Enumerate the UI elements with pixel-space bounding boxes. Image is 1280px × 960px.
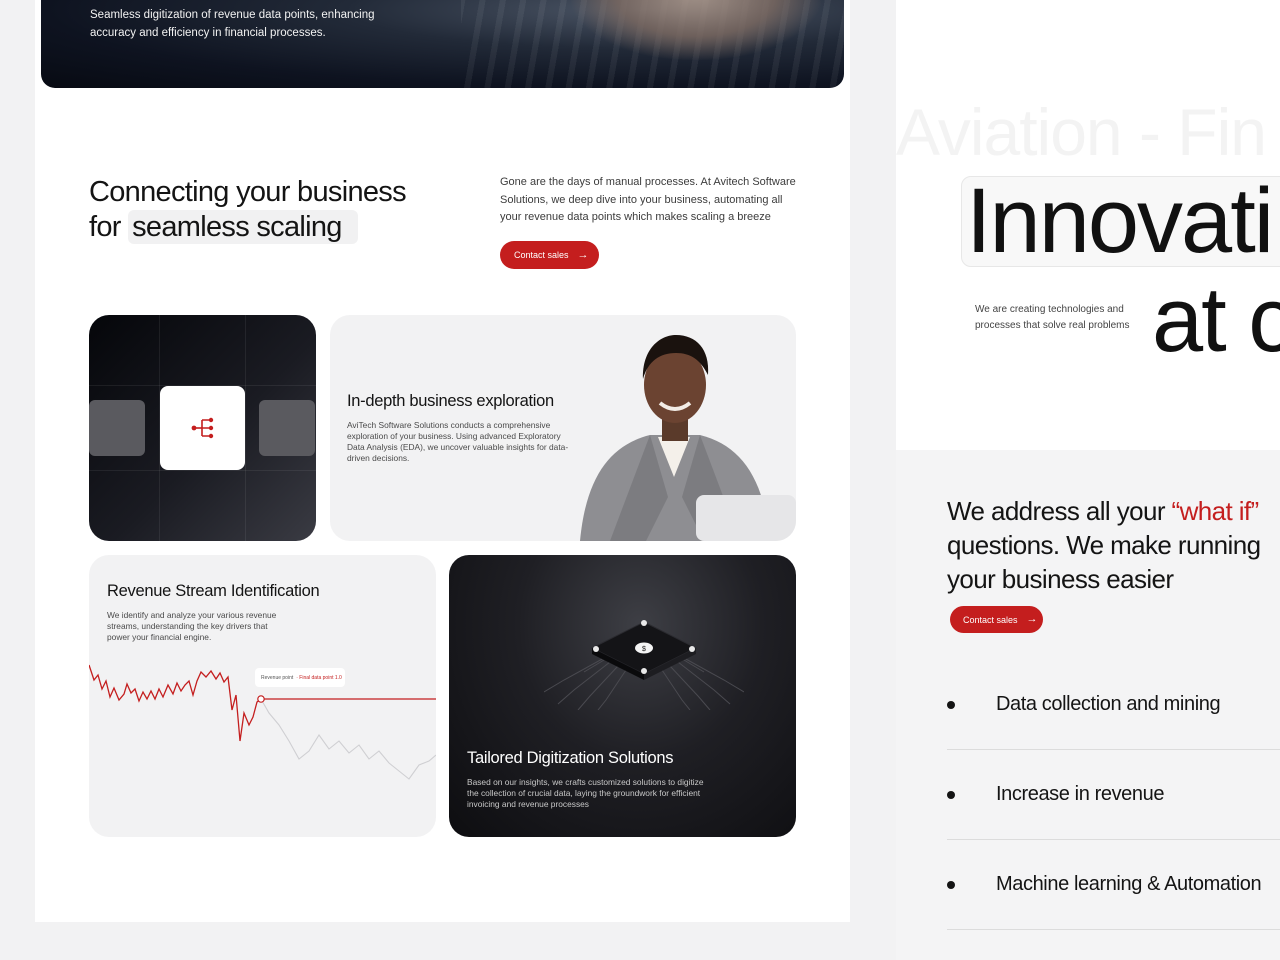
arrow-right-icon: → [1026,613,1038,625]
digitization-title: Tailored Digitization Solutions [467,749,674,767]
arrow-right-icon: → [577,248,589,261]
address-line-2: questions. We make running [947,530,1261,560]
dollar-chip-icon: $ [544,620,744,710]
service-list-item: Data collection and mining [947,660,1280,750]
section-headline: Connecting your business for seamless sc… [89,175,407,245]
hierarchy-icon [191,417,213,439]
address-line-1-prefix: We address all your [947,496,1172,526]
address-heading: We address all your “what if” questions.… [947,494,1280,596]
big-heading-line-1: Innovati [966,170,1274,272]
hierarchy-icon-tile [160,386,245,470]
revenue-title: Revenue Stream Identification [107,582,320,600]
exploration-card: In-depth business exploration AviTech So… [330,315,796,541]
headline-line-2: for seamless scaling [89,210,406,245]
service-label: Data collection and mining [996,693,1221,715]
innovation-tagline: We are creating technologies and process… [975,304,1130,331]
big-heading-line-2: at c [1152,269,1280,371]
address-what-if-highlight: “what if” [1171,496,1260,526]
revenue-card: Revenue Stream Identification We identif… [89,555,436,837]
contact-sales-label: Contact sales [963,614,1018,625]
address-line-1: We address all your “what if” [947,494,1280,528]
bullet-icon [947,790,955,799]
revenue-description: We identify and analyze your various rev… [107,610,277,642]
contact-sales-button[interactable]: Contact sales → [500,241,599,269]
intro-paragraph: Gone are the days of manual processes. A… [500,176,796,223]
digitization-description: Based on our insights, we crafts customi… [467,777,704,809]
address-line-3: your business easier [947,564,1174,594]
service-list-item: Machine learning & Automation [947,840,1280,930]
bullet-icon [947,880,955,889]
innovation-preview-panel: Aviation - Fin Innovati at c We are crea… [896,0,1280,450]
service-list: Data collection and mining Increase in r… [947,660,1280,930]
contact-sales-button-secondary[interactable]: Contact sales → [950,606,1043,633]
feature-icon-card [89,315,316,541]
service-label: Increase in revenue [996,783,1165,805]
revenue-point-marker [257,695,265,703]
exploration-title: In-depth business exploration [347,392,554,410]
headline-highlight: seamless scaling [128,210,358,244]
side-tile-left [89,400,145,456]
service-label: Machine learning & Automation [996,873,1262,895]
side-tile-right [259,400,315,456]
headline-line-1: Connecting your business [89,176,407,208]
contact-sales-label: Contact sales [514,250,569,260]
grid-line [245,315,246,541]
grid-line [89,470,316,471]
bullet-icon [947,700,955,709]
exploration-description: AviTech Software Solutions conducts a co… [347,420,569,463]
revenue-point-label: Revenue point [261,674,294,681]
revenue-point-tooltip: Revenue point · Final data point 1.0 [255,668,345,687]
hero-banner-image: Seamless digitization of revenue data po… [41,0,844,88]
service-list-item: Increase in revenue [947,750,1280,840]
revenue-projection-line [260,698,436,780]
revenue-point-value: · Final data point 1.0 [296,674,342,681]
background-heading-text: Aviation - Fin [896,95,1267,169]
address-preview-panel: We address all your “what if” questions.… [896,450,1280,960]
next-section-strip [35,922,850,960]
svg-text:$: $ [642,646,646,653]
headline-for: for [89,211,121,243]
hero-description: Seamless digitization of revenue data po… [90,9,375,39]
digitization-card: $ Tailored Digitization Solutions Based … [449,555,796,837]
businesswoman-photo [580,335,796,541]
